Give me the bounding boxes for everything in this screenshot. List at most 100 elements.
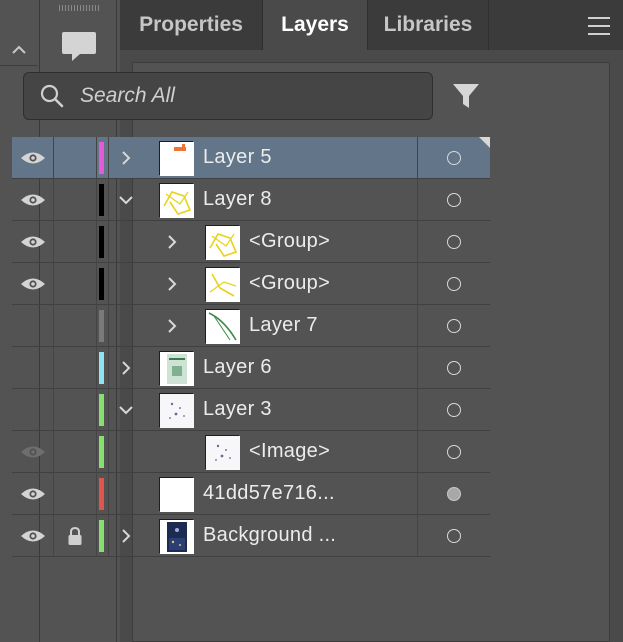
- layer-target[interactable]: [418, 347, 490, 388]
- lock-toggle[interactable]: [54, 431, 96, 472]
- column-divider: [108, 263, 109, 305]
- layer-row[interactable]: Layer 7: [12, 305, 490, 347]
- lock-icon: [67, 526, 83, 546]
- layer-thumbnail: [159, 393, 194, 428]
- layer-color-swatch: [99, 310, 104, 342]
- visibility-toggle[interactable]: [12, 389, 53, 430]
- collapse-toggle[interactable]: [114, 179, 138, 220]
- lock-toggle[interactable]: [54, 263, 96, 304]
- column-divider: [108, 389, 109, 431]
- search-box[interactable]: [23, 72, 433, 120]
- visibility-toggle[interactable]: [12, 515, 53, 556]
- layer-name[interactable]: <Group>: [249, 263, 330, 304]
- expand-toggle[interactable]: [114, 515, 138, 556]
- layer-target[interactable]: [418, 473, 490, 514]
- layer-target[interactable]: [418, 389, 490, 430]
- hamburger-menu-icon: [588, 17, 610, 19]
- lock-toggle[interactable]: [54, 347, 96, 388]
- layer-row[interactable]: Layer 8: [12, 179, 490, 221]
- panel-menu-button[interactable]: [586, 16, 612, 36]
- eye-icon: [20, 276, 46, 292]
- layer-color-swatch: [99, 184, 104, 216]
- visibility-toggle[interactable]: [12, 263, 53, 304]
- filter-button[interactable]: [450, 80, 482, 112]
- expand-toggle[interactable]: [114, 347, 138, 388]
- visibility-toggle[interactable]: [12, 473, 53, 514]
- speech-bubble-icon: [61, 31, 96, 61]
- tab-properties[interactable]: Properties: [120, 0, 262, 50]
- visibility-toggle[interactable]: [12, 347, 53, 388]
- expand-toggle[interactable]: [114, 137, 138, 178]
- column-divider: [108, 347, 109, 389]
- layer-row[interactable]: Layer 5: [12, 137, 490, 179]
- layer-row[interactable]: Background ...: [12, 515, 490, 557]
- expand-toggle[interactable]: [160, 221, 184, 262]
- comments-panel-button[interactable]: [40, 14, 117, 80]
- layer-target[interactable]: [418, 431, 490, 472]
- layer-name[interactable]: <Image>: [249, 431, 330, 472]
- layer-name[interactable]: Layer 5: [203, 137, 272, 178]
- lock-toggle[interactable]: [54, 389, 96, 430]
- search-input[interactable]: [72, 76, 432, 116]
- layer-target[interactable]: [418, 305, 490, 346]
- expand-toggle[interactable]: [160, 305, 184, 346]
- layer-row[interactable]: <Group>: [12, 221, 490, 263]
- layer-name[interactable]: Layer 6: [203, 347, 272, 388]
- visibility-toggle[interactable]: [12, 179, 53, 220]
- expand-toggle[interactable]: [160, 263, 184, 304]
- column-divider: [108, 221, 109, 263]
- layer-row[interactable]: 41dd57e716...: [12, 473, 490, 515]
- layer-color-swatch: [99, 436, 104, 468]
- column-divider: [96, 389, 97, 431]
- layer-row[interactable]: Layer 6: [12, 347, 490, 389]
- search-icon: [32, 72, 72, 120]
- lock-toggle[interactable]: [54, 305, 96, 346]
- layer-target[interactable]: [418, 221, 490, 262]
- layer-color-swatch: [99, 226, 104, 258]
- eye-icon: [20, 486, 46, 502]
- layer-target[interactable]: [418, 263, 490, 304]
- layer-target[interactable]: [418, 179, 490, 220]
- layer-target[interactable]: [418, 515, 490, 556]
- layer-name[interactable]: Layer 8: [203, 179, 272, 220]
- layer-name[interactable]: Background ...: [203, 515, 336, 556]
- layer-name[interactable]: 41dd57e716...: [203, 473, 335, 514]
- lock-toggle[interactable]: [54, 221, 96, 262]
- layer-color-swatch: [99, 478, 104, 510]
- layer-color-swatch: [99, 142, 104, 174]
- eye-icon: [20, 444, 46, 460]
- visibility-toggle[interactable]: [12, 137, 53, 178]
- visibility-toggle[interactable]: [12, 221, 53, 262]
- target-circle-icon: [447, 486, 461, 501]
- menu-line: [588, 25, 610, 27]
- column-divider: [96, 431, 97, 473]
- lock-toggle[interactable]: [54, 473, 96, 514]
- visibility-toggle[interactable]: [12, 431, 53, 472]
- chevron-right-icon: [120, 150, 132, 166]
- layer-name[interactable]: <Group>: [249, 221, 330, 262]
- strip-divider: [0, 65, 38, 66]
- tab-libraries[interactable]: Libraries: [368, 0, 488, 50]
- target-circle-icon: [447, 150, 461, 165]
- lock-toggle[interactable]: [54, 515, 96, 556]
- layer-name[interactable]: Layer 3: [203, 389, 272, 430]
- layer-color-swatch: [99, 520, 104, 552]
- collapse-panels-button[interactable]: [0, 36, 38, 64]
- layer-name[interactable]: Layer 7: [249, 305, 318, 346]
- eye-icon: [20, 192, 46, 208]
- visibility-toggle[interactable]: [12, 305, 53, 346]
- layer-row[interactable]: <Image>: [12, 431, 490, 473]
- layer-row[interactable]: Layer 3: [12, 389, 490, 431]
- tab-layers[interactable]: Layers: [263, 0, 367, 50]
- column-divider: [96, 515, 97, 557]
- layer-row[interactable]: <Group>: [12, 263, 490, 305]
- eye-icon: [20, 528, 46, 544]
- layer-thumbnail: [205, 435, 240, 470]
- lock-toggle[interactable]: [54, 179, 96, 220]
- dock-grip[interactable]: [59, 5, 99, 11]
- column-divider: [96, 473, 97, 515]
- lock-toggle[interactable]: [54, 137, 96, 178]
- collapse-toggle[interactable]: [114, 389, 138, 430]
- column-divider: [108, 179, 109, 221]
- target-circle-icon: [447, 192, 461, 207]
